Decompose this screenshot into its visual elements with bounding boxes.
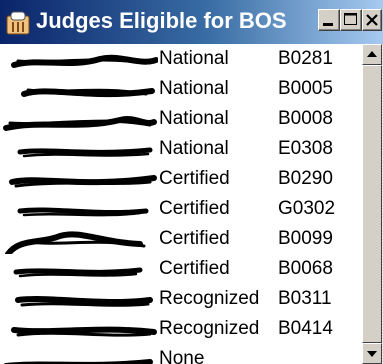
judge-id: B0099 <box>278 228 333 249</box>
list-item[interactable]: Certified B0068 <box>0 254 362 284</box>
redacted-name <box>3 116 157 131</box>
list-item[interactable]: Recognized B0414 <box>0 314 362 344</box>
scroll-up-arrow-icon <box>367 51 377 57</box>
close-button[interactable] <box>362 9 382 31</box>
window-title: Judges Eligible for BOS <box>36 8 287 33</box>
redacted-name <box>11 326 157 337</box>
list-item[interactable]: National B0281 <box>0 44 362 74</box>
judge-id: B0281 <box>278 48 333 69</box>
judge-level: Certified <box>159 168 230 189</box>
scroll-thumb[interactable] <box>362 65 382 343</box>
maximize-icon <box>344 13 357 25</box>
redacted-name <box>17 147 153 158</box>
judge-level: None <box>159 348 205 364</box>
vertical-scrollbar[interactable] <box>362 44 383 364</box>
list-item[interactable]: None <box>0 344 362 364</box>
minimize-icon <box>323 23 333 26</box>
judge-id: G0302 <box>278 198 336 219</box>
judge-level: Certified <box>159 228 230 249</box>
list-item[interactable]: Certified B0099 <box>0 224 362 254</box>
close-icon <box>366 14 378 26</box>
title-bar[interactable]: Judges Eligible for BOS <box>0 0 383 44</box>
list-item[interactable]: National B0008 <box>0 104 362 134</box>
judge-level: National <box>159 108 229 129</box>
judge-id: B0005 <box>278 78 333 99</box>
judge-level: Certified <box>159 258 230 279</box>
judges-window: Judges Eligible for BOS National B0281 N… <box>0 0 383 364</box>
minimize-button[interactable] <box>318 9 340 31</box>
redacted-name <box>5 231 146 254</box>
judge-id: B0311 <box>278 288 332 309</box>
judge-id: B0068 <box>278 258 333 279</box>
judge-id: E0308 <box>278 138 333 159</box>
judge-app-icon <box>6 11 30 35</box>
redacted-name <box>13 267 143 278</box>
redacted-name <box>21 88 155 98</box>
redacted-name <box>9 175 157 188</box>
judges-list[interactable]: National B0281 National B0005 National B… <box>0 44 362 364</box>
judge-level: Certified <box>159 198 230 219</box>
scroll-up-button[interactable] <box>362 44 382 65</box>
list-item[interactable]: Certified B0290 <box>0 164 362 194</box>
redacted-name <box>3 359 153 364</box>
judge-level: Recognized <box>159 288 260 309</box>
scroll-down-button[interactable] <box>362 343 382 364</box>
scroll-down-arrow-icon <box>367 351 377 357</box>
judge-level: National <box>159 78 229 99</box>
judge-level: National <box>159 48 229 69</box>
redacted-name <box>11 54 158 68</box>
redacted-name <box>17 207 149 217</box>
judge-level: National <box>159 138 229 159</box>
list-item[interactable]: Recognized B0311 <box>0 284 362 314</box>
list-item[interactable]: National E0308 <box>0 134 362 164</box>
judge-level: Recognized <box>159 318 260 339</box>
judge-id: B0008 <box>278 108 333 129</box>
redacted-name <box>15 296 153 307</box>
maximize-button[interactable] <box>340 9 362 31</box>
judge-id: B0290 <box>278 168 333 189</box>
list-item[interactable]: National B0005 <box>0 74 362 104</box>
judge-id: B0414 <box>278 318 333 339</box>
list-item[interactable]: Certified G0302 <box>0 194 362 224</box>
